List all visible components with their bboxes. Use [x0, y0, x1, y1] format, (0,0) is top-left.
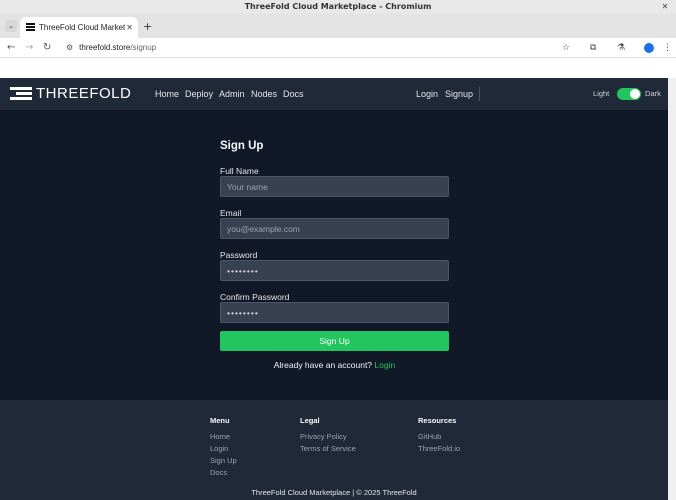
footer-link-sign-up[interactable]: Sign Up	[210, 455, 237, 467]
address-bar-row: ← → ↻ ⚙ threefold.store/signup ☆ ⧉ ⚗ ⋮	[0, 38, 676, 58]
footer-menu-title: Menu	[210, 416, 230, 425]
footer-legal-column: Legal Privacy Policy Terms of Service	[300, 416, 356, 455]
footer-link-login[interactable]: Login	[210, 443, 237, 455]
browser-tab[interactable]: ThreeFold Cloud Marketplace ✕	[20, 17, 138, 38]
full-name-label: Full Name	[220, 166, 259, 176]
nav-docs[interactable]: Docs	[283, 78, 304, 110]
browser-menu-icon[interactable]: ⋮	[663, 38, 672, 58]
nav-login[interactable]: Login	[416, 78, 438, 110]
tab-strip: ⌄ ThreeFold Cloud Marketplace ✕ +	[0, 14, 676, 38]
tab-close-icon[interactable]: ✕	[126, 17, 133, 38]
theme-light-label: Light	[593, 89, 610, 98]
footer-link-threefold-io[interactable]: ThreeFold.io	[418, 443, 460, 455]
reload-icon[interactable]: ↻	[43, 38, 51, 58]
nav-signup[interactable]: Signup	[445, 78, 473, 110]
brand-name[interactable]: THREEFOLD	[36, 85, 131, 102]
tab-search-icon[interactable]: ⌄	[5, 20, 17, 32]
password-label: Password	[220, 250, 258, 260]
form-title: Sign Up	[220, 140, 264, 152]
footer-link-privacy[interactable]: Privacy Policy	[300, 431, 356, 443]
url-field[interactable]: ⚙ threefold.store/signup	[66, 40, 570, 56]
footer-link-docs[interactable]: Docs	[210, 467, 237, 479]
threefold-logo-icon[interactable]	[10, 87, 32, 102]
url-domain: threefold.store	[79, 43, 131, 52]
nav-home[interactable]: Home	[155, 78, 179, 110]
login-prompt: Already have an account? Login	[220, 360, 449, 370]
email-label: Email	[220, 208, 242, 218]
footer-legal-title: Legal	[300, 416, 320, 425]
footer-copyright: ThreeFold Cloud Marketplace | © 2025 Thr…	[251, 488, 417, 497]
already-account-text: Already have an account?	[273, 360, 373, 370]
password-input[interactable]	[220, 260, 449, 281]
site-info-icon[interactable]: ⚙	[66, 40, 73, 56]
page: THREEFOLD Home Deploy Admin Nodes Docs L…	[0, 78, 668, 500]
footer-link-home[interactable]: Home	[210, 431, 237, 443]
footer-menu-column: Menu Home Login Sign Up Docs	[210, 416, 237, 479]
site-navbar: THREEFOLD Home Deploy Admin Nodes Docs L…	[0, 78, 668, 110]
email-input[interactable]	[220, 218, 449, 239]
threefold-favicon-icon	[26, 23, 35, 32]
forward-icon[interactable]: →	[25, 38, 33, 58]
confirm-password-label: Confirm Password	[220, 292, 290, 302]
page-scrollbar[interactable]	[668, 78, 676, 500]
full-name-input[interactable]	[220, 176, 449, 197]
sign-up-button[interactable]: Sign Up	[220, 331, 449, 351]
theme-toggle-knob	[630, 89, 640, 99]
window-titlebar: ThreeFold Cloud Marketplace - Chromium ✕	[0, 0, 676, 14]
footer-resources-column: Resources GitHub ThreeFold.io	[418, 416, 460, 455]
site-footer: Menu Home Login Sign Up Docs Legal Priva…	[0, 400, 668, 500]
window-title: ThreeFold Cloud Marketplace - Chromium	[244, 2, 432, 11]
footer-resources-title: Resources	[418, 416, 457, 425]
window-close-icon[interactable]: ✕	[660, 2, 670, 12]
login-link[interactable]: Login	[374, 360, 395, 370]
labs-flask-icon[interactable]: ⚗	[617, 38, 625, 58]
nav-admin[interactable]: Admin	[219, 78, 245, 110]
new-tab-icon[interactable]: +	[143, 18, 152, 36]
tab-title: ThreeFold Cloud Marketplace	[39, 23, 125, 32]
footer-link-github[interactable]: GitHub	[418, 431, 460, 443]
nav-divider	[479, 87, 480, 101]
extensions-icon[interactable]: ⧉	[590, 38, 596, 58]
nav-nodes[interactable]: Nodes	[251, 78, 277, 110]
url-path: /signup	[130, 43, 157, 52]
back-icon[interactable]: ←	[7, 38, 15, 58]
footer-link-terms[interactable]: Terms of Service	[300, 443, 356, 455]
confirm-password-input[interactable]	[220, 302, 449, 323]
theme-dark-label: Dark	[645, 89, 661, 98]
nav-deploy[interactable]: Deploy	[185, 78, 213, 110]
theme-toggle[interactable]	[617, 88, 641, 100]
profile-avatar-icon[interactable]	[644, 43, 654, 53]
bookmark-star-icon[interactable]: ☆	[562, 38, 570, 58]
